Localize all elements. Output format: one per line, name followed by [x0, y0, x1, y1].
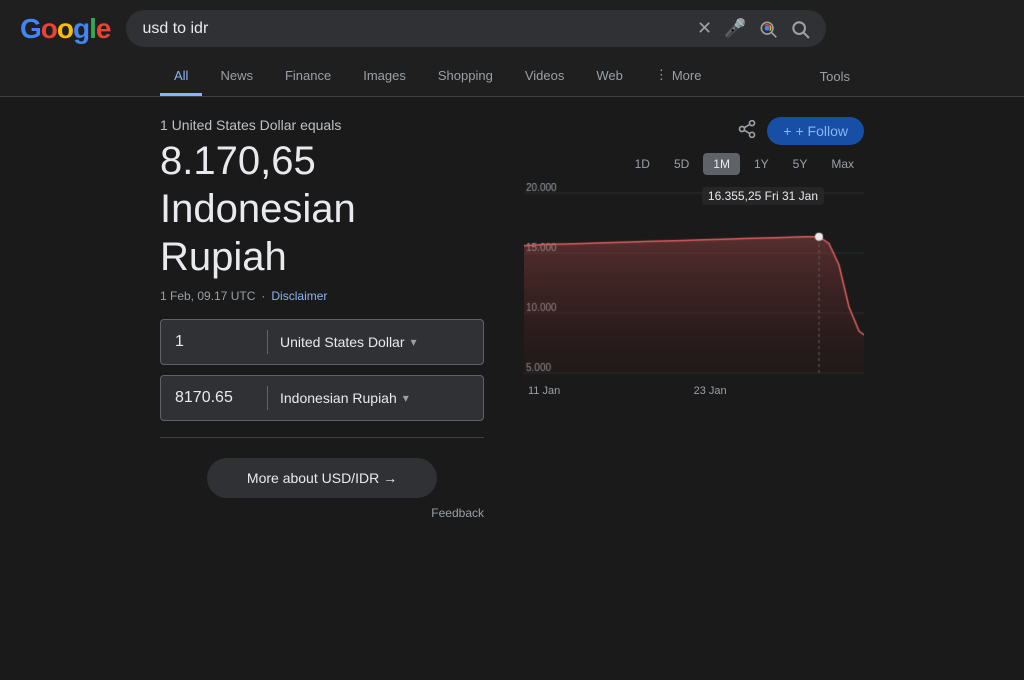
- to-currency-label: Indonesian Rupiah: [280, 390, 397, 406]
- tools-button[interactable]: Tools: [806, 59, 864, 94]
- follow-label: + Follow: [795, 123, 848, 139]
- nav-tabs: All News Finance Images Shopping Videos …: [0, 57, 1024, 97]
- follow-button[interactable]: + + Follow: [767, 117, 864, 145]
- tab-more[interactable]: ⋮ More: [641, 57, 716, 96]
- feedback-link[interactable]: Feedback: [160, 506, 484, 520]
- x-label-2: 23 Jan: [694, 385, 727, 397]
- divider: [267, 330, 268, 354]
- time-tab-max[interactable]: Max: [821, 153, 864, 175]
- chevron-down-icon: ▾: [411, 335, 417, 349]
- divider: [267, 386, 268, 410]
- search-button[interactable]: [790, 19, 810, 39]
- to-value: 8170.65: [175, 389, 255, 407]
- x-label-1: 11 Jan: [528, 385, 560, 397]
- chart-area: 16.355,25 Fri 31 Jan: [524, 183, 864, 383]
- chevron-down-icon: ▾: [403, 391, 409, 405]
- tab-videos[interactable]: Videos: [511, 58, 579, 96]
- more-about-button[interactable]: More about USD/IDR →: [207, 458, 437, 498]
- chart-header: + + Follow: [524, 117, 864, 145]
- conversion-result: 8.170,65 Indonesian Rupiah: [160, 137, 484, 281]
- from-currency-label: United States Dollar: [280, 334, 405, 350]
- tab-shopping[interactable]: Shopping: [424, 58, 507, 96]
- time-tabs: 1D 5D 1M 1Y 5Y Max: [524, 153, 864, 175]
- tab-web[interactable]: Web: [582, 58, 637, 96]
- time-tab-1y[interactable]: 1Y: [744, 153, 779, 175]
- time-tab-1d[interactable]: 1D: [625, 153, 660, 175]
- tab-news[interactable]: News: [206, 58, 267, 96]
- main-content: 1 United States Dollar equals 8.170,65 I…: [0, 97, 1024, 540]
- lens-button[interactable]: [758, 19, 778, 39]
- search-bar[interactable]: ✕ 🎤: [126, 10, 826, 47]
- tab-finance[interactable]: Finance: [271, 58, 345, 96]
- to-currency-selector[interactable]: Indonesian Rupiah ▾: [280, 390, 469, 406]
- from-value: 1: [175, 333, 255, 351]
- disclaimer-link[interactable]: Disclaimer: [271, 289, 327, 303]
- clear-button[interactable]: ✕: [697, 18, 712, 39]
- time-tab-5d[interactable]: 5D: [664, 153, 699, 175]
- to-currency-box[interactable]: 8170.65 Indonesian Rupiah ▾: [160, 375, 484, 421]
- tab-images[interactable]: Images: [349, 58, 420, 96]
- tooltip-value: 16.355,25: [708, 189, 761, 203]
- chart-x-labels: 11 Jan 23 Jan: [524, 383, 864, 399]
- from-currency-selector[interactable]: United States Dollar ▾: [280, 334, 469, 350]
- separator: [160, 437, 484, 438]
- tooltip-date: Fri 31 Jan: [765, 189, 818, 203]
- plus-icon: +: [783, 123, 791, 139]
- price-chart: [524, 183, 864, 383]
- microphone-button[interactable]: 🎤: [724, 18, 746, 39]
- time-tab-5y[interactable]: 5Y: [783, 153, 818, 175]
- time-tab-1m[interactable]: 1M: [703, 153, 740, 175]
- top-bar: Google ✕ 🎤: [0, 0, 1024, 57]
- search-input[interactable]: [142, 20, 696, 38]
- right-panel: + + Follow 1D 5D 1M 1Y 5Y Max 16.355,25 …: [524, 117, 864, 520]
- chart-tooltip: 16.355,25 Fri 31 Jan: [702, 187, 824, 205]
- more-btn-container: More about USD/IDR →: [160, 458, 484, 498]
- share-button[interactable]: [737, 119, 757, 144]
- tab-all[interactable]: All: [160, 58, 202, 96]
- from-currency-box[interactable]: 1 United States Dollar ▾: [160, 319, 484, 365]
- google-logo: Google: [20, 13, 110, 45]
- equals-text: 1 United States Dollar equals: [160, 117, 484, 133]
- left-panel: 1 United States Dollar equals 8.170,65 I…: [160, 117, 484, 520]
- timestamp: 1 Feb, 09.17 UTC · Disclaimer: [160, 289, 484, 303]
